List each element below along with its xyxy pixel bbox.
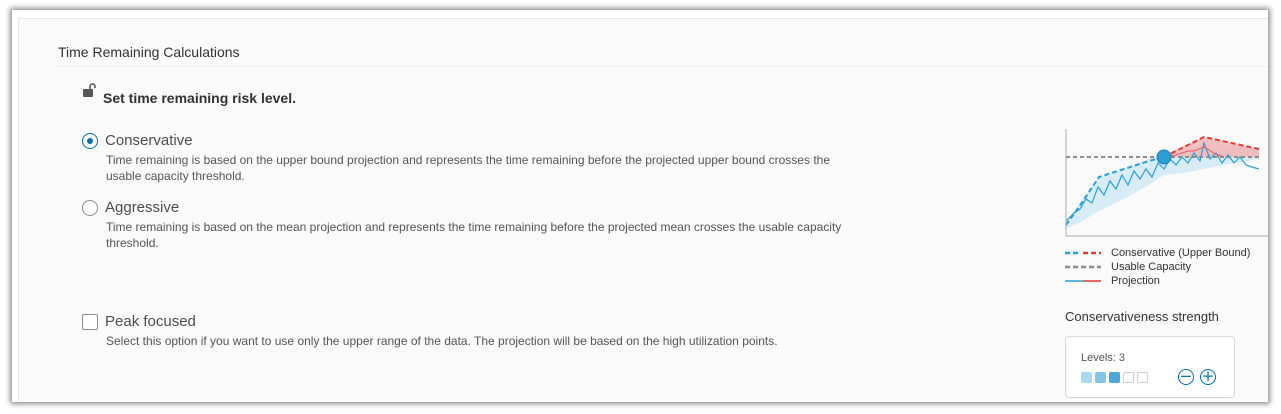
legend-projection-swatch [1065, 280, 1101, 282]
level-indicator-3 [1109, 372, 1120, 383]
minus-circle-icon[interactable]: − [1178, 369, 1194, 385]
level-indicator-1 [1081, 372, 1092, 383]
time-remaining-panel: Time Remaining Calculations Set time rem… [18, 18, 1268, 402]
peak-focused-description: Select this option if you want to use on… [106, 334, 778, 348]
conservativeness-control: Levels: 3 − + [1065, 336, 1235, 398]
level-indicator-5 [1137, 372, 1148, 383]
legend-usable-capacity-label: Usable Capacity [1111, 261, 1192, 273]
threshold-crossing-marker [1156, 149, 1172, 165]
conservative-radio[interactable] [82, 133, 98, 149]
peak-focused-checkbox[interactable] [82, 314, 98, 330]
legend-conservative-swatch [1065, 251, 1101, 255]
risk-level-label: Set time remaining risk level. [103, 90, 296, 106]
legend-conservative-label: Conservative (Upper Bound) [1111, 247, 1251, 259]
legend-capacity-swatch [1065, 265, 1101, 269]
levels-label: Levels: 3 [1081, 352, 1126, 364]
conservativeness-title: Conservativeness strength [1065, 309, 1219, 324]
conservative-label[interactable]: Conservative [105, 132, 193, 149]
level-indicator-2 [1095, 372, 1106, 383]
conservative-description: Time remaining is based on the upper bou… [106, 153, 830, 183]
legend-projection-label: Projection [1111, 275, 1160, 287]
plus-circle-icon[interactable]: + [1200, 369, 1216, 385]
projection-illustration [1065, 129, 1268, 237]
peak-focused-label[interactable]: Peak focused [105, 313, 196, 330]
section-title: Time Remaining Calculations [58, 44, 240, 60]
aggressive-radio[interactable] [82, 200, 98, 216]
aggressive-description: Time remaining is based on the mean proj… [106, 220, 842, 250]
aggressive-label[interactable]: Aggressive [105, 199, 179, 216]
section-divider [58, 66, 1268, 67]
level-indicator-4 [1123, 372, 1134, 383]
window-frame: Time Remaining Calculations Set time rem… [12, 10, 1268, 402]
unlock-icon [83, 83, 96, 97]
